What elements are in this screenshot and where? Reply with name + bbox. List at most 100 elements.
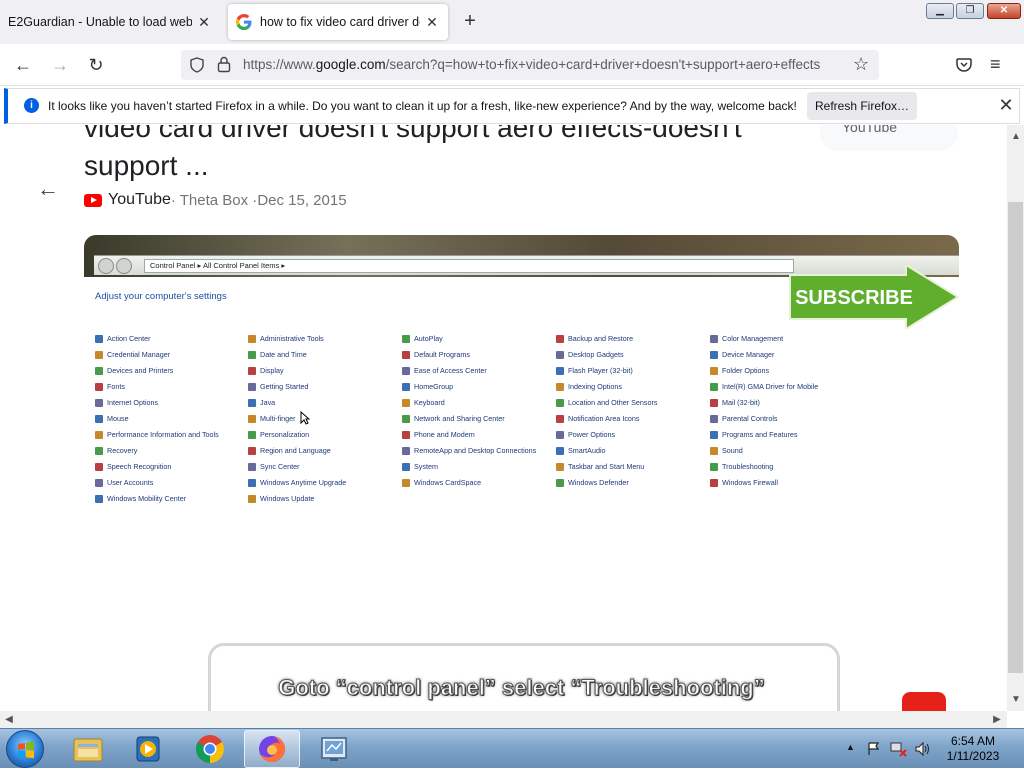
bookmark-star-icon[interactable]: ☆ [853, 54, 869, 75]
control-panel-item: Keyboard [402, 398, 445, 407]
lock-icon[interactable] [217, 56, 231, 73]
subscribe-label: SUBSCRIBE [795, 287, 913, 309]
show-hidden-icons-icon[interactable]: ▲ [846, 742, 855, 752]
scroll-down-icon[interactable]: ▼ [1009, 693, 1023, 707]
google-icon [236, 14, 252, 30]
page-content: video card driver doesn't support aero e… [0, 125, 1007, 711]
control-panel-item: Region and Language [248, 446, 331, 455]
taskbar-chrome[interactable] [182, 730, 238, 768]
taskbar-control-panel[interactable] [306, 730, 362, 768]
scroll-right-icon[interactable]: ▶ [990, 713, 1004, 727]
control-panel-item-label: Mouse [107, 414, 129, 423]
source-site[interactable]: YouTube [108, 191, 171, 209]
control-panel-item: Taskbar and Start Menu [556, 462, 644, 471]
tab-e2guardian[interactable]: E2Guardian - Unable to load website ✕ [0, 4, 220, 40]
control-panel-item-label: SmartAudio [568, 446, 606, 455]
control-panel-item-icon [248, 334, 256, 343]
tracking-protection-shield-icon[interactable] [189, 57, 205, 73]
control-panel-item: Flash Player (32-bit) [556, 366, 633, 375]
refresh-firefox-button[interactable]: Refresh Firefox… [807, 92, 917, 120]
control-panel-item-icon [402, 382, 410, 391]
action-center-flag-icon[interactable] [866, 741, 882, 757]
explorer-icon [73, 738, 103, 762]
control-panel-item-label: Indexing Options [568, 382, 622, 391]
close-tab-icon[interactable]: ✕ [424, 14, 440, 30]
minimize-window-button[interactable]: ▁ [926, 3, 954, 19]
control-panel-item-icon [710, 334, 718, 343]
vertical-scroll-thumb[interactable] [1008, 202, 1023, 673]
restore-window-button[interactable]: ❐ [956, 3, 984, 19]
video-caption: Goto “control panel” select “Troubleshoo… [278, 675, 765, 701]
close-notification-icon[interactable]: ✕ [996, 95, 1016, 115]
notification-message: It looks like you haven’t started Firefo… [48, 99, 797, 113]
video-back-icon [98, 258, 114, 274]
control-panel-item: Internet Options [95, 398, 158, 407]
control-panel-item-label: Color Management [722, 334, 784, 343]
result-title[interactable]: video card driver doesn't support aero e… [84, 125, 784, 185]
control-panel-item-icon [95, 382, 103, 391]
hamburger-menu-icon[interactable]: ≡ [990, 54, 1001, 75]
control-panel-item-label: Keyboard [414, 398, 445, 407]
control-panel-item-icon [402, 414, 410, 423]
scroll-up-icon[interactable]: ▲ [1009, 130, 1023, 144]
subscribe-arrow-icon: SUBSCRIBE [789, 265, 959, 329]
control-panel-item-icon [248, 366, 256, 375]
control-panel-item: Recovery [95, 446, 137, 455]
start-button[interactable] [6, 730, 44, 768]
control-panel-item: HomeGroup [402, 382, 453, 391]
volume-icon[interactable] [914, 741, 932, 757]
control-panel-item-icon [710, 414, 718, 423]
control-panel-item: Device Manager [710, 350, 774, 359]
control-panel-item: Sync Center [248, 462, 300, 471]
result-source: YouTube · Theta Box · Dec 15, 2015 [84, 190, 347, 210]
control-panel-item-icon [556, 430, 564, 439]
youtube-play-icon[interactable] [902, 692, 946, 711]
back-arrow-icon[interactable]: ← [36, 177, 60, 201]
new-tab-plus-icon[interactable]: + [458, 10, 482, 34]
video-breadcrumb: Control Panel ▸ All Control Panel Items … [150, 261, 286, 270]
control-panel-item-icon [95, 478, 103, 487]
control-panel-item: Administrative Tools [248, 334, 324, 343]
scroll-left-icon[interactable]: ◀ [2, 713, 16, 727]
tab-google-search[interactable]: how to fix video card driver doe ✕ [228, 4, 448, 40]
chrome-icon [196, 735, 224, 763]
control-panel-item-label: Fonts [107, 382, 125, 391]
horizontal-scrollbar[interactable]: ◀ ▶ [0, 711, 1007, 728]
video-player[interactable]: Control Panel ▸ All Control Panel Items … [84, 235, 959, 711]
close-window-button[interactable]: ✕ [987, 3, 1021, 19]
control-panel-item-label: RemoteApp and Desktop Connections [414, 446, 537, 455]
control-panel-item-icon [248, 494, 256, 503]
navigation-toolbar: ← → ↻ https://www.google.com/search?q=ho… [0, 44, 1024, 86]
video-forward-icon [116, 258, 132, 274]
control-panel-item-label: Action Center [107, 334, 151, 343]
pocket-icon[interactable] [955, 56, 973, 74]
control-panel-item-label: Internet Options [107, 398, 159, 407]
control-panel-item-label: Network and Sharing Center [414, 414, 505, 423]
url-bar[interactable]: https://www.google.com/search?q=how+to+f… [181, 50, 879, 80]
windows-flag-icon [18, 741, 34, 759]
info-icon: i [24, 98, 39, 113]
control-panel-item: Sound [710, 446, 743, 455]
vertical-scrollbar[interactable]: ▲ ▼ [1007, 125, 1024, 711]
taskbar-media-player[interactable] [120, 730, 176, 768]
control-panel-item-icon [95, 430, 103, 439]
control-panel-item-label: Windows Firewall [722, 478, 778, 487]
reload-icon[interactable]: ↻ [84, 53, 108, 77]
control-panel-item-icon [556, 350, 564, 359]
back-arrow-icon[interactable]: ← [11, 53, 35, 77]
youtube-chip[interactable]: YouTube [820, 125, 958, 151]
network-disconnected-icon[interactable] [890, 741, 908, 757]
control-panel-item-icon [710, 350, 718, 359]
taskbar-firefox[interactable] [244, 730, 300, 768]
taskbar-explorer[interactable] [60, 730, 116, 768]
control-panel-item-label: Speech Recognition [107, 462, 172, 471]
control-panel-item-icon [556, 414, 564, 423]
url-text[interactable]: https://www.google.com/search?q=how+to+f… [243, 57, 847, 75]
control-panel-item: Mouse [95, 414, 129, 423]
control-panel-item-label: Windows Update [260, 494, 315, 503]
control-panel-item-label: Device Manager [722, 350, 775, 359]
forward-arrow-icon[interactable]: → [48, 53, 72, 77]
close-tab-icon[interactable]: ✕ [196, 14, 212, 30]
url-path: /search?q=how+to+fix+video+card+driver+d… [385, 57, 821, 72]
taskbar-clock[interactable]: 6:54 AM 1/11/2023 [936, 734, 1010, 764]
